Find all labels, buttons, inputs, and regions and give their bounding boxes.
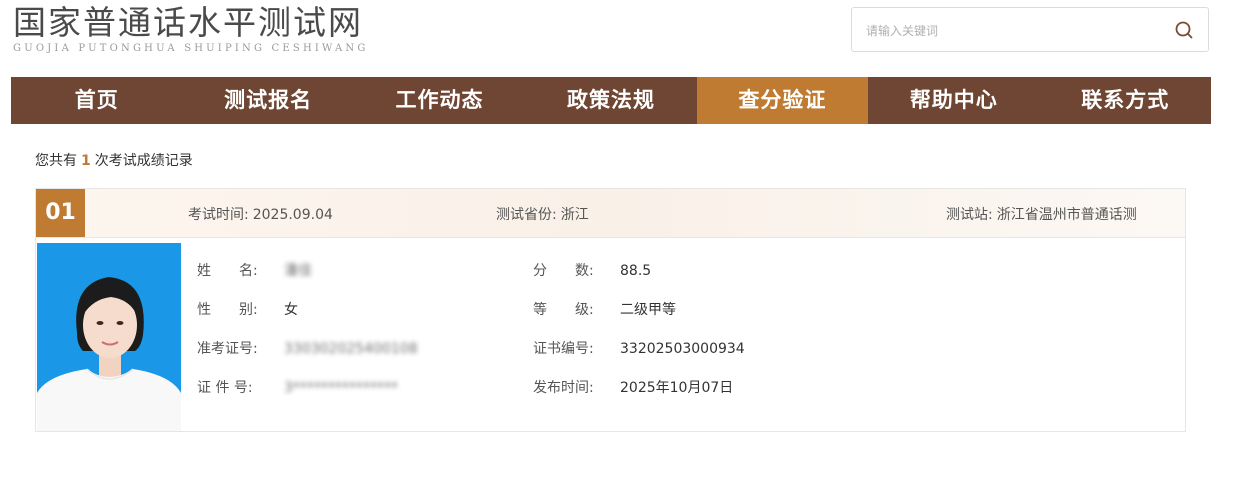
candidate-info-right: 分 数: 88.5 等 级: 二级甲等 证书编号: 33202503000934… [533,261,745,417]
logo-subtitle: GUOJIA PUTONGHUA SHUIPING CESHIWANG [13,43,369,54]
province-label: 测试省份: [496,207,557,223]
name-row: 姓 名: 潘佳 [197,261,418,300]
cert-value: 33202503000934 [620,341,745,357]
publish-label: 发布时间: [533,380,594,396]
gender-row: 性 别: 女 [197,300,418,339]
publish-value: 2025年10月07日 [620,380,734,396]
publish-row: 发布时间: 2025年10月07日 [533,378,745,417]
test-province: 测试省份: 浙江 [496,204,589,224]
ticket-label: 准考证号: [197,341,258,357]
record-count: 1 [81,153,91,169]
name-value: 潘佳 [284,263,312,279]
nav-item-news[interactable]: 工作动态 [354,77,525,124]
score-label: 分 数: [533,263,594,279]
level-label: 等 级: [533,302,594,318]
nav-item-home[interactable]: 首页 [11,77,182,124]
score-row: 分 数: 88.5 [533,261,745,300]
search-input[interactable] [864,8,1158,53]
record-header: 01 考试时间: 2025.09.04 测试省份: 浙江 测试站: 浙江省温州市普通话… [36,189,1185,238]
id-value: 3*************** [284,380,398,396]
main-nav: 首页 测试报名 工作动态 政策法规 查分验证 帮助中心 联系方式 [11,77,1211,124]
search-box [851,7,1209,53]
exam-time: 考试时间: 2025.09.04 [188,204,333,224]
cert-label: 证书编号: [533,341,594,357]
ticket-row: 准考证号: 330302025400108 [197,339,418,378]
site-logo[interactable]: 国家普通话水平测试网 GUOJIA PUTONGHUA SHUIPING CES… [13,3,369,55]
portrait-image [37,243,181,431]
record-index: 01 [36,189,85,237]
exam-time-label: 考试时间: [188,207,249,223]
summary-suffix: 次考试成绩记录 [94,153,193,169]
level-value: 二级甲等 [620,302,676,318]
level-row: 等 级: 二级甲等 [533,300,745,339]
ticket-value: 330302025400108 [284,341,418,357]
score-record-card: 01 考试时间: 2025.09.04 测试省份: 浙江 测试站: 浙江省温州市普通话… [35,188,1186,432]
id-label: 证 件 号: [197,380,253,396]
score-value: 88.5 [620,263,652,279]
test-station: 测试站: 浙江省温州市普通话测 [946,204,1137,224]
record-summary: 您共有 1 次考试成绩记录 [35,150,193,170]
id-row: 证 件 号: 3*************** [197,378,418,417]
candidate-photo [37,243,181,431]
nav-item-policy[interactable]: 政策法规 [525,77,696,124]
nav-item-score-query[interactable]: 查分验证 [696,77,869,124]
gender-label: 性 别: [197,302,258,318]
summary-prefix: 您共有 [35,153,77,169]
nav-item-registration[interactable]: 测试报名 [182,77,353,124]
cert-row: 证书编号: 33202503000934 [533,339,745,378]
province-value: 浙江 [560,207,589,223]
logo-title: 国家普通话水平测试网 [13,3,363,42]
name-label: 姓 名: [197,263,258,279]
station-value: 浙江省温州市普通话测 [996,207,1137,223]
station-label: 测试站: [946,207,993,223]
exam-time-value: 2025.09.04 [252,207,333,223]
gender-value: 女 [284,302,298,318]
search-icon[interactable] [1174,20,1194,40]
nav-item-contact[interactable]: 联系方式 [1040,77,1211,124]
candidate-info-left: 姓 名: 潘佳 性 别: 女 准考证号: 330302025400108 证 件… [197,261,418,417]
nav-item-help[interactable]: 帮助中心 [868,77,1039,124]
